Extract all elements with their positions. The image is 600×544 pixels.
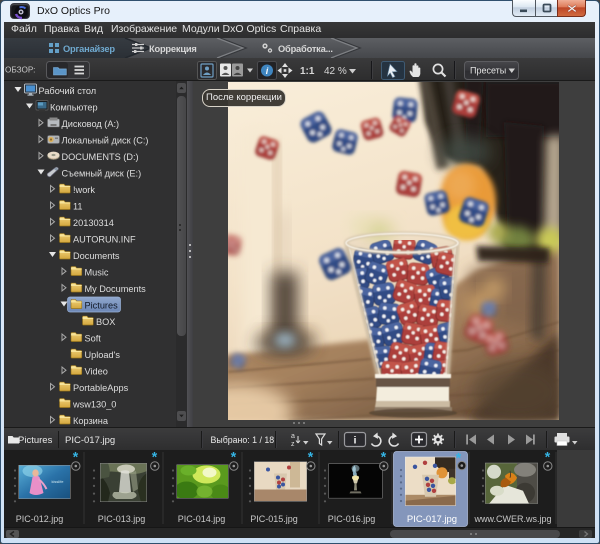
svg-text:Дисковод (A:): Дисковод (A:) xyxy=(62,119,120,129)
svg-text:Корзина: Корзина xyxy=(73,416,109,426)
svg-text:PortableApps: PortableApps xyxy=(73,383,129,393)
svg-text:PIC-014.jpg: PIC-014.jpg xyxy=(178,514,226,524)
svg-text:AUTORUN.INF: AUTORUN.INF xyxy=(73,235,136,245)
svg-text:Рабочий стол: Рабочий стол xyxy=(39,86,97,96)
svg-text:Music: Music xyxy=(85,268,109,278)
svg-text:1:1: 1:1 xyxy=(300,66,315,77)
svg-text:Documents: Documents xyxy=(73,251,120,261)
svg-text:PIC-012.jpg: PIC-012.jpg xyxy=(16,514,64,524)
svg-text:Пресеты: Пресеты xyxy=(470,66,506,76)
svg-text:PIC-017.jpg: PIC-017.jpg xyxy=(407,514,457,525)
svg-text:Pictures: Pictures xyxy=(18,435,53,446)
svg-text:ОБЗОР:: ОБЗОР: xyxy=(5,66,35,75)
svg-text:Коррекция: Коррекция xyxy=(149,44,197,54)
svg-text:Soft: Soft xyxy=(85,334,102,344)
svg-text:PIC-017.jpg: PIC-017.jpg xyxy=(65,435,115,446)
svg-text:PIC-013.jpg: PIC-013.jpg xyxy=(98,514,146,524)
svg-text:DOCUMENTS (D:): DOCUMENTS (D:) xyxy=(62,152,139,162)
svg-text:wsw130_0: wsw130_0 xyxy=(72,400,116,410)
svg-text:42 %: 42 % xyxy=(324,66,347,77)
svg-text:Pictures: Pictures xyxy=(85,301,119,311)
svg-text:a: a xyxy=(291,433,295,440)
svg-text:PIC-016.jpg: PIC-016.jpg xyxy=(328,514,376,524)
svg-text:Выбрано: 1 / 18: Выбрано: 1 / 18 xyxy=(211,435,275,445)
svg-text:z: z xyxy=(291,441,295,448)
svg-text:i: i xyxy=(354,436,357,447)
svg-text:Компьютер: Компьютер xyxy=(50,103,98,113)
svg-text:11: 11 xyxy=(73,202,83,212)
svg-text:My Documents: My Documents xyxy=(85,284,147,294)
svg-text:Upload's: Upload's xyxy=(85,350,121,360)
svg-text:!work: !work xyxy=(73,185,95,195)
svg-text:Органайзер: Органайзер xyxy=(63,44,115,54)
svg-text:BOX: BOX xyxy=(96,317,115,327)
svg-text:www.CWER.ws.jpg: www.CWER.ws.jpg xyxy=(473,514,551,524)
svg-text:kisslife: kisslife xyxy=(52,479,65,484)
svg-text:Обработка...: Обработка... xyxy=(278,44,333,54)
svg-text:Локальный диск (C:): Локальный диск (C:) xyxy=(62,136,149,146)
svg-text:Съемный диск (E:): Съемный диск (E:) xyxy=(62,169,142,179)
svg-text:PIC-015.jpg: PIC-015.jpg xyxy=(250,514,298,524)
svg-text:Video: Video xyxy=(85,367,108,377)
svg-text:20130314: 20130314 xyxy=(73,218,114,228)
